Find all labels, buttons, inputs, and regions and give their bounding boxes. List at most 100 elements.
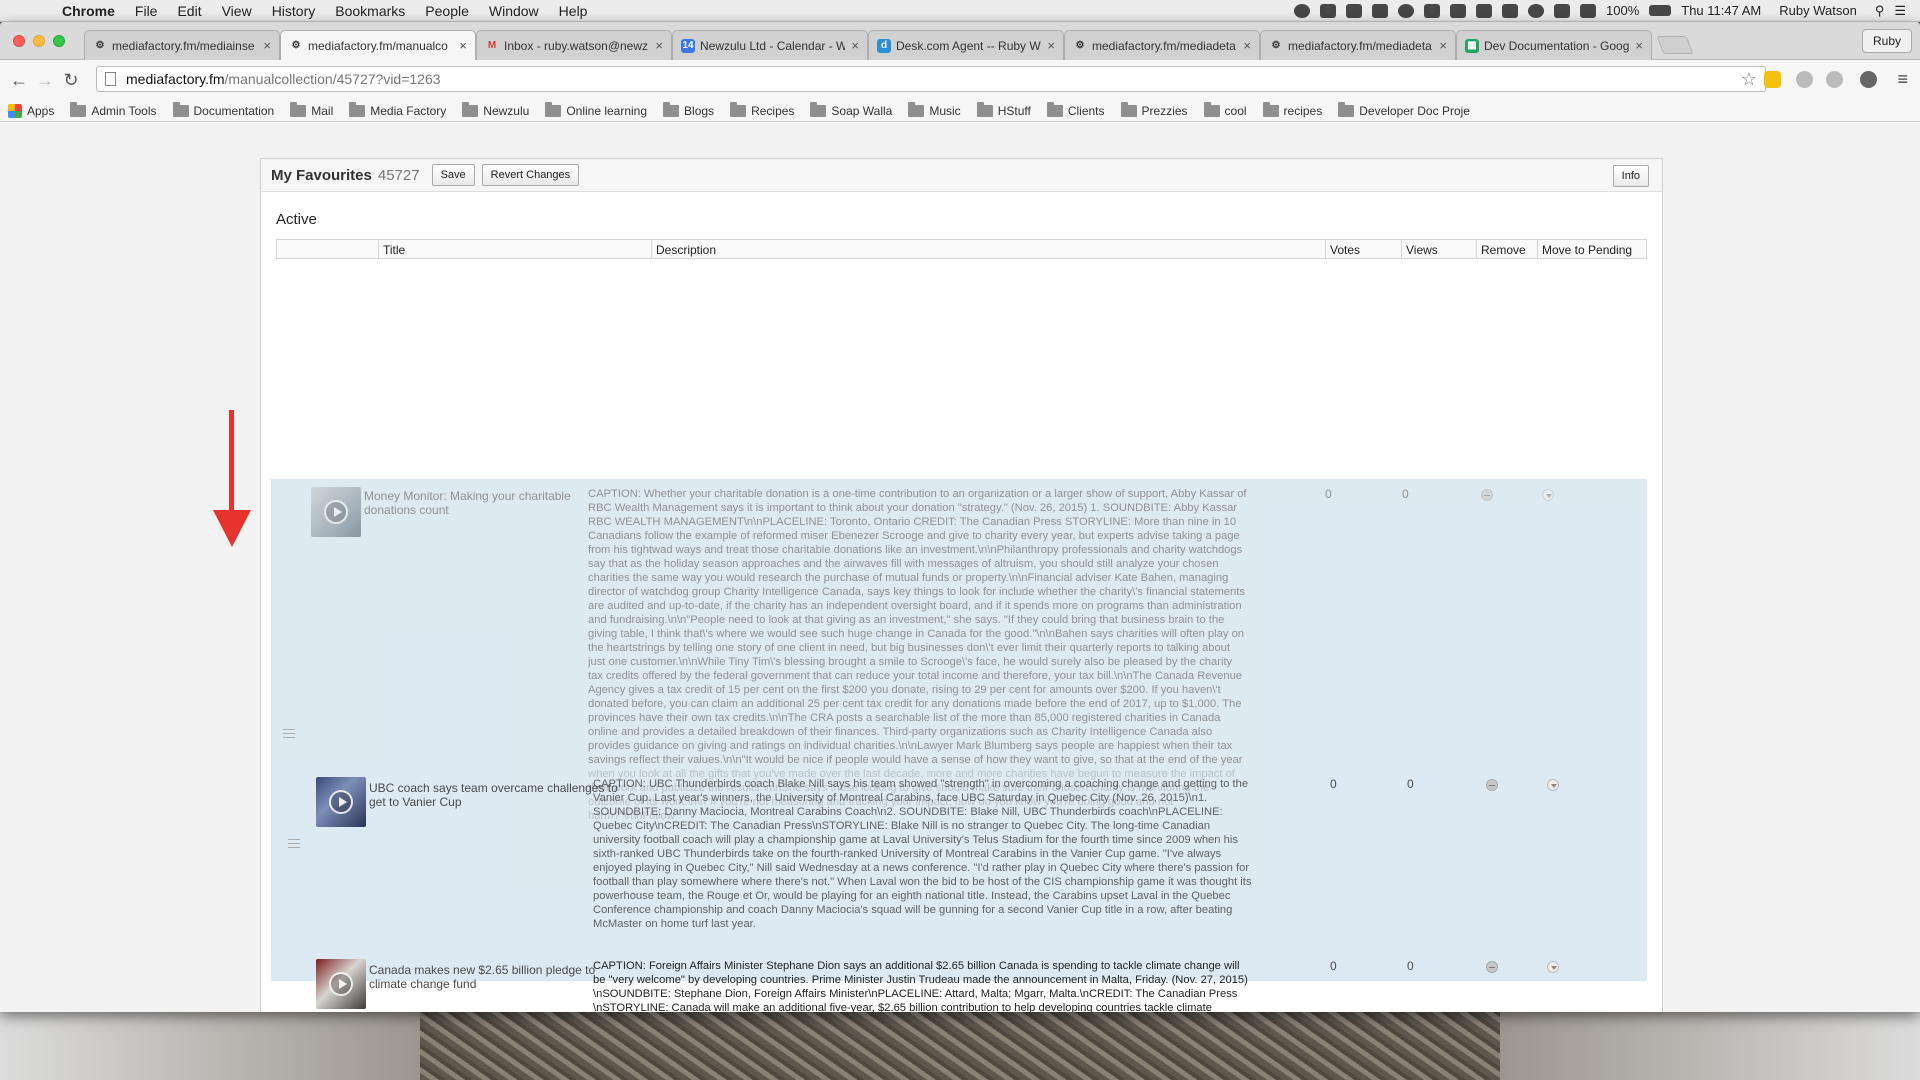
bluetooth-status-icon[interactable] (1502, 3, 1519, 18)
menu-window[interactable]: Window (479, 3, 549, 19)
bookmark-folder[interactable]: Admin Tools (70, 101, 157, 118)
table-row[interactable]: Canada makes new $2.65 billion pledge to… (271, 951, 1647, 1012)
menu-people[interactable]: People (415, 3, 479, 19)
extension-icon-3[interactable] (1826, 71, 1843, 88)
move-to-pending-icon[interactable] (1547, 779, 1559, 791)
drag-handle-icon[interactable] (283, 729, 295, 738)
menu-edit[interactable]: Edit (167, 3, 211, 19)
time-machine-status-icon[interactable] (1528, 3, 1545, 18)
play-icon[interactable] (329, 790, 353, 814)
menu-app-name[interactable]: Chrome (52, 3, 125, 19)
column-header-views[interactable]: Views (1401, 240, 1476, 258)
battery-icon[interactable] (1649, 5, 1672, 16)
bookmark-folder[interactable]: Soap Walla (810, 101, 892, 118)
bookmark-folder[interactable]: Newzulu (462, 101, 529, 118)
volume-status-icon[interactable] (1554, 3, 1571, 18)
tab-inbox[interactable]: M Inbox - ruby.watson@newz × (476, 30, 672, 60)
minimize-window-button[interactable] (33, 35, 45, 47)
menu-user[interactable]: Ruby Watson (1779, 3, 1857, 18)
save-button[interactable]: Save (431, 164, 475, 186)
bookmark-folder[interactable]: Documentation (172, 101, 274, 118)
back-icon[interactable]: ← (6, 70, 32, 91)
reload-icon[interactable]: ↻ (58, 70, 84, 91)
menu-help[interactable]: Help (549, 3, 598, 19)
bookmark-folder[interactable]: Media Factory (349, 101, 446, 118)
bookmark-folder[interactable]: Music (908, 101, 961, 118)
play-icon[interactable] (329, 972, 353, 996)
menu-file[interactable]: File (125, 3, 168, 19)
close-tab-icon[interactable]: × (1243, 38, 1251, 53)
column-header-title[interactable]: Title (378, 240, 651, 258)
extension-icon-1[interactable] (1764, 71, 1781, 88)
close-window-button[interactable] (13, 35, 25, 47)
zoom-window-button[interactable] (53, 35, 65, 47)
extension-icon-4[interactable] (1860, 71, 1877, 88)
tab-desk[interactable]: d Desk.com Agent -- Ruby W × (868, 30, 1064, 60)
row-title[interactable]: Money Monitor: Making your charitable do… (364, 489, 584, 517)
video-thumbnail[interactable] (316, 777, 366, 827)
keyboard-status-icon[interactable] (1450, 3, 1467, 18)
info-status-icon[interactable] (1294, 3, 1311, 18)
notification-center-icon[interactable]: ☰ (1894, 3, 1906, 19)
bookmark-folder[interactable]: Blogs (663, 101, 714, 118)
tab-mediadetail-1[interactable]: ⚙ mediafactory.fm/mediadeta × (1064, 30, 1260, 60)
menu-clock[interactable]: Thu 11:47 AM (1681, 3, 1761, 18)
remove-icon[interactable] (1486, 779, 1498, 791)
close-tab-icon[interactable]: × (851, 38, 859, 53)
airplay-status-icon[interactable] (1476, 3, 1493, 18)
bookmark-folder[interactable]: Online learning (545, 101, 647, 118)
bookmark-folder[interactable]: Clients (1046, 101, 1105, 118)
evernote-status-icon[interactable] (1346, 3, 1363, 18)
close-tab-icon[interactable]: × (1635, 38, 1643, 53)
extension-icon-2[interactable] (1796, 71, 1813, 88)
bookmark-folder[interactable]: Mail (290, 101, 333, 118)
forward-icon[interactable]: → (32, 70, 58, 91)
sync-status-icon[interactable] (1398, 3, 1415, 18)
tab-dev-documentation[interactable]: ▦ Dev Documentation - Goog × (1456, 30, 1652, 60)
close-tab-icon[interactable]: × (263, 38, 271, 53)
drag-handle-icon[interactable] (288, 839, 300, 848)
info-button[interactable]: Info (1612, 165, 1649, 187)
revert-changes-button[interactable]: Revert Changes (481, 164, 580, 186)
chat-status-icon[interactable] (1372, 3, 1389, 18)
headphones-status-icon[interactable] (1424, 3, 1441, 18)
play-icon[interactable] (324, 500, 348, 524)
menu-view[interactable]: View (212, 3, 262, 19)
new-tab-button[interactable] (1656, 36, 1694, 54)
tab-manualcollection[interactable]: ⚙ mediafactory.fm/manualco × (280, 30, 476, 60)
tab-mediadetail-2[interactable]: ⚙ mediafactory.fm/mediadeta × (1260, 30, 1456, 60)
close-tab-icon[interactable]: × (1439, 38, 1447, 53)
wifi-status-icon[interactable] (1580, 3, 1597, 18)
column-header-description[interactable]: Description (651, 240, 1325, 258)
address-bar[interactable]: mediafactory.fm/manualcollection/45727?v… (96, 66, 1766, 92)
row-title[interactable]: UBC coach says team overcame challenges … (369, 781, 621, 809)
bookmark-folder[interactable]: recipes (1262, 101, 1322, 118)
bookmark-folder[interactable]: Prezzies (1120, 101, 1188, 118)
tab-mediainsert[interactable]: ⚙ mediafactory.fm/mediainse × (84, 30, 280, 60)
bookmark-folder[interactable]: Recipes (730, 101, 794, 118)
table-row[interactable]: UBC coach says team overcame challenges … (271, 769, 1647, 959)
close-tab-icon[interactable]: × (655, 38, 663, 53)
menu-history[interactable]: History (262, 3, 326, 19)
row-title[interactable]: Canada makes new $2.65 billion pledge to… (369, 963, 621, 991)
remove-icon[interactable] (1481, 489, 1493, 501)
bookmark-apps[interactable]: Apps (8, 103, 54, 118)
chrome-menu-icon[interactable]: ≡ (1897, 69, 1908, 90)
column-header-votes[interactable]: Votes (1325, 240, 1401, 258)
tab-calendar[interactable]: 14 Newzulu Ltd - Calendar - W × (672, 30, 868, 60)
video-thumbnail[interactable] (316, 959, 366, 1009)
drive-status-icon[interactable] (1320, 3, 1337, 18)
bookmark-star-icon[interactable]: ☆ (1741, 69, 1757, 90)
move-to-pending-icon[interactable] (1542, 489, 1554, 501)
move-to-pending-icon[interactable] (1547, 961, 1559, 973)
bookmark-folder[interactable]: cool (1203, 101, 1247, 118)
spotlight-icon[interactable]: ⚲ (1875, 3, 1885, 19)
close-tab-icon[interactable]: × (1047, 38, 1055, 53)
battery-percent[interactable]: 100% (1606, 3, 1639, 18)
bookmark-folder[interactable]: HStuff (976, 101, 1031, 118)
profile-button[interactable]: Ruby (1861, 29, 1912, 53)
bookmark-folder[interactable]: Developer Doc Proje (1338, 101, 1470, 118)
video-thumbnail[interactable] (311, 487, 361, 537)
menu-bookmarks[interactable]: Bookmarks (325, 3, 415, 19)
close-tab-icon[interactable]: × (459, 38, 467, 53)
